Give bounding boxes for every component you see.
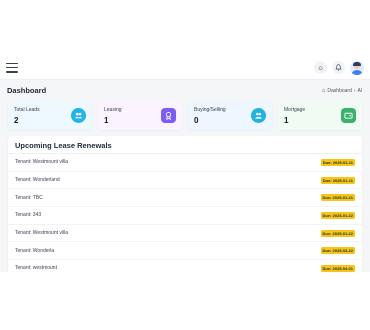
list-item[interactable]: Tenant: westmount Due: 2025-04-01 — [8, 260, 362, 272]
handshake-icon — [251, 108, 266, 123]
renewals-list: Tenant: Westmount villa Due: 2025-01-11 … — [8, 154, 362, 272]
user-avatar[interactable] — [350, 60, 364, 75]
list-item[interactable]: Tenant: Wonderland Due: 2025-01-11 — [8, 172, 362, 190]
list-item[interactable]: Tenant: Westmount villa Due: 2025-01-22 — [8, 225, 362, 243]
home-icon[interactable]: ⌂ — [322, 88, 326, 94]
page-title: Dashboard — [7, 86, 47, 95]
hamburger-icon[interactable] — [6, 62, 18, 73]
top-navbar: ☼ — [0, 56, 370, 80]
breadcrumb-current: Al — [357, 87, 362, 94]
breadcrumb: ⌂ Dashboard › Al — [322, 88, 362, 94]
breadcrumb-home[interactable]: Dashboard — [327, 88, 351, 94]
list-item[interactable]: Tenant: Wonderla Due: 2025-03-22 — [8, 242, 362, 261]
due-date-badge: Due: 2025-01-11 — [320, 158, 355, 166]
tenant-name: Tenant: Westmount villa — [15, 230, 68, 237]
due-date-badge: Due: 2025-03-22 — [320, 247, 355, 255]
tenant-name: Tenant: Westmount villa — [15, 159, 68, 166]
tenant-name: Tenant: 343 — [15, 212, 42, 219]
stat-card-buying-selling[interactable]: Buying/Selling 0 — [188, 101, 272, 130]
sun-icon[interactable]: ☼ — [314, 61, 327, 74]
stat-card-total-leads[interactable]: Total Leads 2 — [8, 101, 92, 130]
stats-row: Total Leads 2 Leasing 1 Buying/Selling 0 — [8, 101, 362, 130]
due-date-badge: Due: 2025-01-21 — [320, 194, 355, 202]
dashboard-content: Dashboard ⌂ Dashboard › Al Total Leads 2… — [0, 80, 370, 272]
users-icon — [71, 108, 86, 123]
wallet-icon — [341, 108, 356, 123]
due-date-badge: Due: 2025-01-22 — [320, 229, 355, 237]
bell-icon[interactable] — [332, 61, 345, 74]
stat-card-leasing[interactable]: Leasing 1 — [98, 101, 182, 130]
lease-renewals-panel: Upcoming Lease Renewals Tenant: Westmoun… — [8, 136, 362, 272]
page-header: Dashboard ⌂ Dashboard › Al — [7, 86, 362, 95]
tenant-name: Tenant: westmount — [15, 265, 57, 272]
stat-card-mortgage[interactable]: Mortgage 1 — [278, 101, 362, 130]
list-item[interactable]: Tenant: 343 Due: 2025-01-22 — [8, 207, 362, 225]
tenant-name: Tenant: Wonderla — [15, 247, 55, 254]
list-item[interactable]: Tenant: Westmount villa Due: 2025-01-11 — [8, 154, 362, 172]
tenant-name: Tenant: TBC — [15, 194, 43, 201]
due-date-badge: Due: 2025-04-01 — [320, 264, 355, 272]
list-item[interactable]: Tenant: TBC Due: 2025-01-21 — [8, 189, 362, 208]
badge-icon — [161, 108, 176, 123]
due-date-badge: Due: 2025-01-11 — [320, 176, 355, 184]
topbar-actions: ☼ — [314, 60, 364, 75]
panel-title: Upcoming Lease Renewals — [15, 141, 112, 150]
due-date-badge: Due: 2025-01-22 — [320, 211, 355, 219]
breadcrumb-separator: › — [353, 87, 356, 94]
tenant-name: Tenant: Wonderland — [15, 177, 60, 184]
